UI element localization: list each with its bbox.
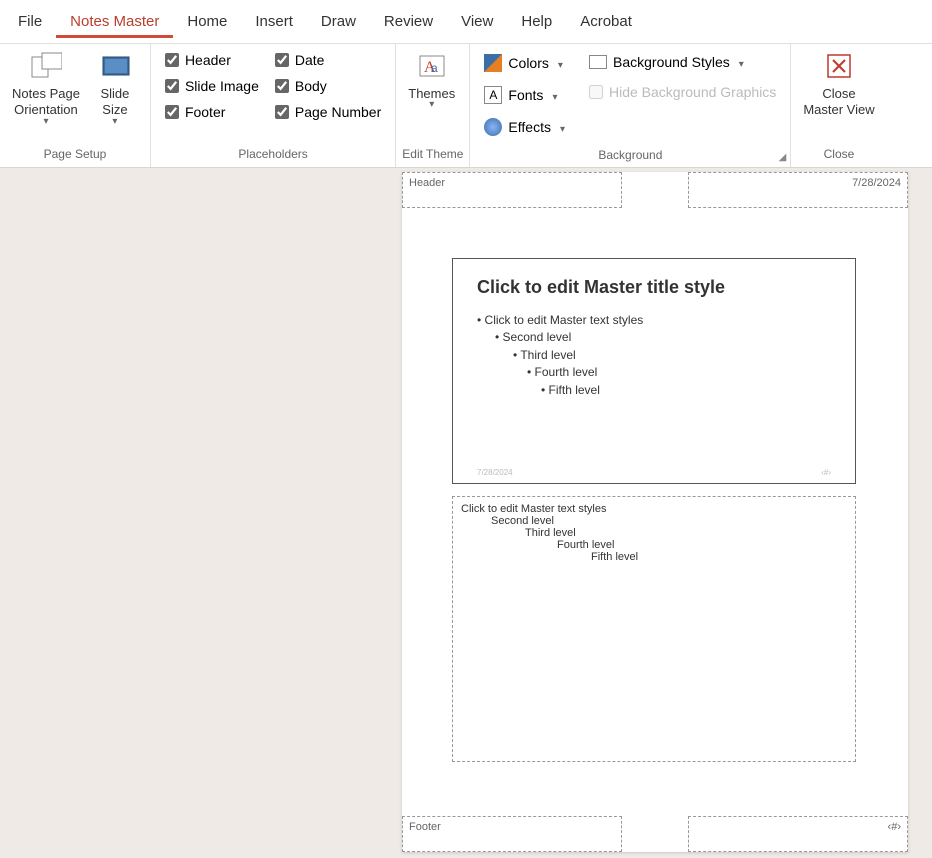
- checkbox-header[interactable]: Header: [165, 52, 259, 68]
- orientation-icon: [30, 50, 62, 82]
- chevron-down-icon: [736, 54, 744, 70]
- chevron-down-icon: [555, 55, 563, 71]
- footer-placeholder[interactable]: Footer: [402, 816, 622, 852]
- notes-l2: Second level: [491, 515, 847, 527]
- page-number-placeholder[interactable]: ‹#›: [688, 816, 908, 852]
- tab-review[interactable]: Review: [370, 5, 447, 38]
- hide-background-graphics-checkbox: Hide Background Graphics: [583, 80, 782, 104]
- orientation-label: Notes Page Orientation: [12, 86, 80, 119]
- svg-text:a: a: [431, 61, 438, 75]
- background-dialog-launcher[interactable]: ◢: [779, 152, 787, 163]
- slide-body-l3: Third level: [513, 347, 831, 364]
- fonts-label: Fonts: [508, 87, 543, 103]
- checkbox-page-number[interactable]: Page Number: [275, 104, 381, 120]
- tab-bar: File Notes Master Home Insert Draw Revie…: [0, 0, 932, 44]
- group-label-edit-theme: Edit Theme: [402, 143, 463, 167]
- group-label-close: Close: [797, 143, 880, 167]
- group-label-background: Background: [476, 144, 784, 168]
- effects-label: Effects: [508, 119, 551, 135]
- checkbox-body-label: Body: [295, 78, 327, 94]
- fonts-button[interactable]: A Fonts: [478, 82, 571, 108]
- slide-size-label: Slide Size: [100, 86, 129, 119]
- slide-body-l4: Fourth level: [527, 364, 831, 381]
- slide-body-l1: Click to edit Master text styles: [477, 312, 831, 329]
- notes-body-placeholder[interactable]: Click to edit Master text styles Second …: [452, 496, 856, 762]
- slide-size-icon: [99, 50, 131, 82]
- group-label-page-setup: Page Setup: [6, 143, 144, 167]
- group-placeholders: Header Slide Image Footer Date Body Page…: [151, 44, 396, 167]
- effects-button[interactable]: Effects: [478, 114, 571, 140]
- group-label-placeholders: Placeholders: [157, 143, 389, 167]
- hide-background-graphics-label: Hide Background Graphics: [609, 84, 776, 100]
- checkbox-date[interactable]: Date: [275, 52, 381, 68]
- checkbox-footer-label: Footer: [185, 104, 225, 120]
- checkbox-footer[interactable]: Footer: [165, 104, 259, 120]
- slide-title: Click to edit Master title style: [477, 277, 831, 298]
- editing-canvas[interactable]: Header 7/28/2024 Click to edit Master ti…: [0, 168, 932, 858]
- group-background: Colors A Fonts Effects Background Styles: [470, 44, 791, 167]
- background-styles-icon: [589, 55, 607, 69]
- checkbox-slide-image-label: Slide Image: [185, 78, 259, 94]
- colors-icon: [484, 54, 502, 72]
- slide-date: 7/28/2024: [477, 468, 513, 477]
- notes-page-orientation-button[interactable]: Notes Page Orientation ▾: [6, 46, 86, 131]
- chevron-down-icon: [549, 87, 557, 103]
- tab-acrobat[interactable]: Acrobat: [566, 5, 646, 38]
- background-styles-button[interactable]: Background Styles: [583, 50, 782, 74]
- close-master-view-button[interactable]: Close Master View: [797, 46, 880, 123]
- slide-size-button[interactable]: Slide Size ▾: [86, 46, 144, 131]
- tab-notes-master[interactable]: Notes Master: [56, 5, 173, 38]
- colors-label: Colors: [508, 55, 548, 71]
- slide-body-l2: Second level: [495, 329, 831, 346]
- themes-button[interactable]: Aa Themes ▾: [402, 46, 461, 114]
- checkbox-slide-image[interactable]: Slide Image: [165, 78, 259, 94]
- tab-insert[interactable]: Insert: [241, 5, 307, 38]
- chevron-down-icon: [557, 119, 565, 135]
- checkbox-body[interactable]: Body: [275, 78, 381, 94]
- group-close: Close Master View Close: [791, 44, 886, 167]
- slide-body: Click to edit Master text styles Second …: [477, 312, 831, 399]
- tab-file[interactable]: File: [4, 5, 56, 38]
- notes-l3: Third level: [525, 527, 847, 539]
- date-placeholder[interactable]: 7/28/2024: [688, 172, 908, 208]
- tab-view[interactable]: View: [447, 5, 507, 38]
- effects-icon: [484, 118, 502, 136]
- notes-l1: Click to edit Master text styles: [461, 503, 847, 515]
- notes-master-page[interactable]: Header 7/28/2024 Click to edit Master ti…: [402, 172, 908, 852]
- fonts-icon: A: [484, 86, 502, 104]
- close-master-label: Close Master View: [803, 86, 874, 119]
- checkbox-date-label: Date: [295, 52, 325, 68]
- checkbox-page-number-label: Page Number: [295, 104, 381, 120]
- ribbon: Notes Page Orientation ▾ Slide Size ▾ Pa…: [0, 44, 932, 168]
- background-styles-label: Background Styles: [613, 54, 730, 70]
- themes-icon: Aa: [416, 50, 448, 82]
- colors-button[interactable]: Colors: [478, 50, 571, 76]
- slide-image-placeholder[interactable]: Click to edit Master title style Click t…: [452, 258, 856, 484]
- slide-page-number: ‹#›: [821, 468, 831, 477]
- tab-help[interactable]: Help: [507, 5, 566, 38]
- header-placeholder[interactable]: Header: [402, 172, 622, 208]
- close-icon: [823, 50, 855, 82]
- chevron-down-icon: ▾: [429, 100, 434, 110]
- checkbox-header-label: Header: [185, 52, 231, 68]
- notes-l5: Fifth level: [591, 551, 847, 563]
- tab-home[interactable]: Home: [173, 5, 241, 38]
- group-page-setup: Notes Page Orientation ▾ Slide Size ▾ Pa…: [0, 44, 151, 167]
- chevron-down-icon: ▾: [43, 117, 48, 127]
- chevron-down-icon: ▾: [112, 117, 117, 127]
- slide-body-l5: Fifth level: [541, 382, 831, 399]
- notes-l4: Fourth level: [557, 539, 847, 551]
- tab-draw[interactable]: Draw: [307, 5, 370, 38]
- group-edit-theme: Aa Themes ▾ Edit Theme: [396, 44, 470, 167]
